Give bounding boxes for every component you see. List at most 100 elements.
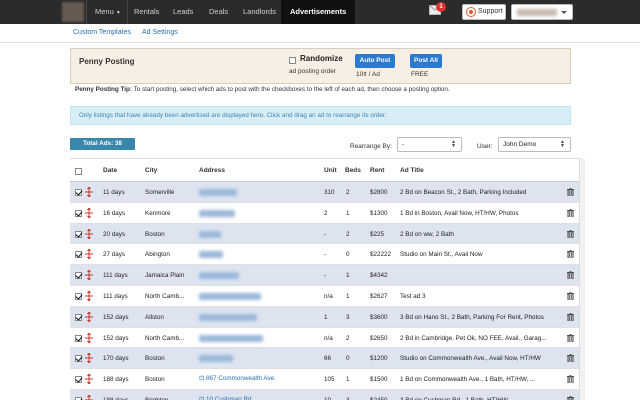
nav-item-advertisements[interactable]: Advertisements	[281, 0, 356, 24]
ad-settings-link[interactable]: Ad Settings	[142, 29, 178, 36]
post-all-price: FREE	[411, 71, 429, 78]
auto-post-price: 10¢ / Ad	[356, 71, 380, 78]
address-redacted[interactable]	[199, 292, 261, 300]
column-city[interactable]: City	[145, 167, 157, 174]
drag-handle-icon[interactable]	[85, 353, 93, 364]
row-checkbox[interactable]	[75, 334, 82, 342]
total-ads-badge: Total Ads: 38	[70, 138, 135, 150]
table-row[interactable]: 11 days Somerville 310 2 $2800 2 Bd on Beacon…	[70, 182, 579, 203]
address-redacted[interactable]	[199, 334, 263, 342]
table-row[interactable]: 111 days Jamaica Plain - 1 $4342	[70, 265, 579, 286]
trash-icon[interactable]	[567, 188, 574, 196]
drag-handle-icon[interactable]	[85, 207, 93, 218]
cell-unit: n/a	[324, 292, 333, 300]
row-checkbox[interactable]	[75, 230, 82, 238]
row-checkbox[interactable]	[75, 355, 82, 363]
nav-item-rentals[interactable]: Rentals	[134, 0, 159, 24]
row-checkbox[interactable]	[75, 272, 82, 280]
nav-divider	[86, 0, 87, 24]
trash-icon[interactable]	[567, 229, 574, 238]
cell-ad-title: 2 Bd in Cambridge, Pet Ok, NO FEE, Avail…	[400, 334, 547, 342]
trash-icon[interactable]	[567, 271, 574, 280]
table-row[interactable]: 20 days Boston - 2 $225 2 Bd on ww, 2 Bath	[70, 223, 579, 245]
cell-beds: 2	[346, 189, 350, 196]
cell-address-link[interactable]: ⊡ 867 Commonwealth Ave.	[199, 375, 276, 382]
trash-icon[interactable]	[567, 354, 574, 363]
row-checkbox[interactable]	[75, 313, 82, 321]
table-row[interactable]: 188 daysBrighton⊡ 10 Cushman Rd.103$2450…	[70, 389, 579, 400]
table-row[interactable]: 111 days North Camb... n/a 1 $2627 Test ad 3	[70, 285, 579, 307]
address-redacted[interactable]	[199, 230, 221, 238]
column-beds[interactable]: Beds	[345, 167, 361, 174]
drag-handle-icon[interactable]	[85, 249, 93, 260]
address-redacted[interactable]	[199, 355, 233, 363]
drag-handle-icon[interactable]	[85, 394, 93, 400]
support-button[interactable]: Support	[462, 4, 506, 20]
row-checkbox[interactable]	[75, 209, 82, 217]
drag-handle-icon[interactable]	[85, 374, 93, 385]
column-unit[interactable]: Unit	[324, 167, 337, 174]
drag-handle-icon[interactable]	[85, 290, 93, 301]
trash-icon[interactable]	[567, 208, 574, 217]
row-checkbox[interactable]	[75, 376, 82, 384]
cell-ad-title: Test ad 3	[400, 292, 426, 300]
table-row[interactable]: 188 days Boston ⊡ 867 Commonwealth Ave. 105…	[70, 369, 579, 390]
cell-unit: n/a	[324, 334, 333, 342]
penny-posting-tip: Penny Posting Tip: To start posting, sel…	[75, 86, 575, 93]
notification-badge: 1	[436, 2, 446, 12]
nav-item-landlords[interactable]: Landlords	[243, 0, 276, 24]
drag-handle-icon[interactable]	[85, 270, 93, 281]
trash-icon[interactable]	[567, 396, 574, 400]
cell-ad-title: 3 Bd on Hano St., 2 Bath, Parking For Re…	[400, 313, 544, 321]
address-redacted[interactable]	[199, 272, 239, 280]
nav-item-deals[interactable]: Deals	[209, 0, 228, 24]
row-checkbox[interactable]	[75, 251, 82, 259]
column-date[interactable]: Date	[103, 167, 117, 174]
trash-icon[interactable]	[567, 333, 574, 342]
table-row[interactable]: 152 days North Camb... n/a 2 $2650 2 Bd in Ca…	[70, 327, 579, 349]
table-row[interactable]: 27 days Abington - 0 $22222 Studio on Main St…	[70, 244, 579, 266]
cell-city: Boston	[145, 376, 165, 384]
cell-rent: $1300	[370, 209, 388, 217]
column-address[interactable]: Address	[199, 167, 225, 174]
cell-unit: -	[324, 230, 327, 238]
nav-menu[interactable]: Menu ▼	[95, 0, 121, 24]
updown-arrows-icon: ▲ ▼	[451, 139, 456, 149]
post-all-button[interactable]: Post All	[410, 54, 442, 68]
drag-handle-icon[interactable]	[85, 311, 93, 322]
address-redacted[interactable]	[199, 251, 223, 259]
trash-icon[interactable]	[567, 250, 574, 259]
address-text: 10 Cushman Rd.	[206, 395, 254, 400]
nav-item-leads[interactable]: Leads	[173, 0, 193, 24]
cell-unit: -	[324, 272, 327, 280]
drag-handle-icon[interactable]	[85, 187, 93, 197]
brand-logo[interactable]	[62, 2, 84, 22]
address-redacted[interactable]	[199, 209, 235, 217]
cell-address-link[interactable]: ⊡ 10 Cushman Rd.	[199, 396, 253, 400]
user-menu-button[interactable]	[511, 4, 573, 20]
randomize-checkbox[interactable]	[289, 57, 296, 64]
column-ad-title[interactable]: Ad Title	[400, 167, 424, 174]
trash-icon[interactable]	[567, 292, 574, 300]
trash-icon[interactable]	[567, 312, 574, 321]
table-row[interactable]: 170 days Boston 66 0 $1200 Studio on Commonwe…	[70, 348, 579, 370]
drag-handle-icon[interactable]	[85, 228, 93, 239]
row-checkbox[interactable]	[75, 189, 82, 196]
custom-templates-link[interactable]: Custom Templates	[73, 29, 131, 36]
row-checkbox[interactable]	[75, 292, 82, 300]
auto-post-button[interactable]: Auto Post	[355, 54, 395, 68]
address-redacted[interactable]	[199, 313, 257, 321]
address-redacted[interactable]	[199, 189, 237, 196]
table-row[interactable]: 152 days Allston 1 3 $3600 3 Bd on Hano St., …	[70, 306, 579, 328]
trash-icon[interactable]	[567, 375, 574, 384]
cell-beds: 1	[346, 292, 350, 300]
info-alert: Only listings that have already been adv…	[70, 106, 571, 125]
vertical-scrollbar[interactable]	[579, 158, 585, 400]
user-select[interactable]: John Demo ▲ ▼	[498, 137, 571, 152]
column-rent[interactable]: Rent	[370, 167, 384, 174]
select-all-checkbox[interactable]	[75, 168, 82, 175]
rearrange-select[interactable]: - ▲ ▼	[397, 137, 462, 152]
drag-handle-icon[interactable]	[85, 332, 93, 343]
cell-ad-title: 1 Bd in Boston, Avail Now, HT/HW, Photos	[400, 209, 519, 217]
table-row[interactable]: 16 days Kenmore 2 1 $1300 1 Bd in Boston, Ava…	[70, 202, 579, 224]
